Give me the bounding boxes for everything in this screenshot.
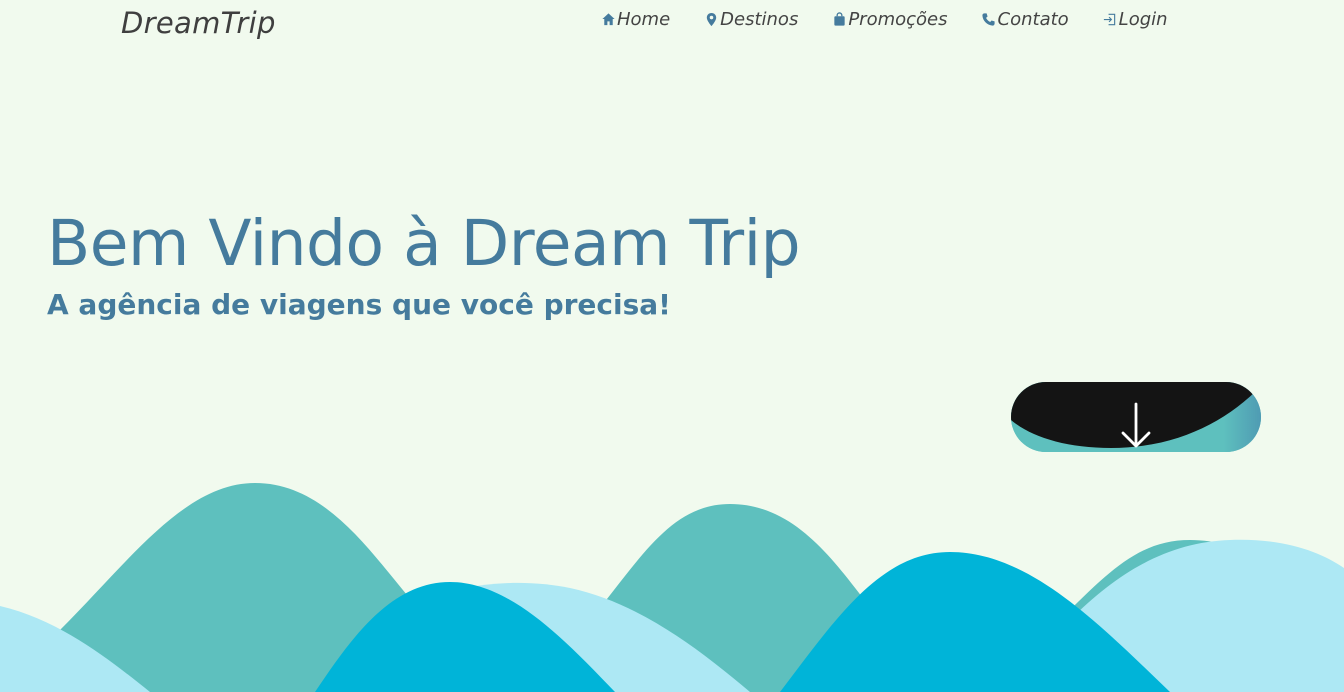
- main-nav: Home Destinos Promoções Contato Login: [600, 6, 1168, 32]
- shopping-bag-icon: [831, 11, 847, 27]
- nav-login[interactable]: Login: [1102, 6, 1168, 32]
- home-icon: [600, 11, 616, 27]
- nav-login-label: Login: [1118, 8, 1168, 30]
- nav-contato[interactable]: Contato: [981, 6, 1069, 32]
- nav-home[interactable]: Home: [600, 6, 670, 32]
- nav-destinos-label: Destinos: [720, 8, 799, 30]
- hero-title: Bem Vindo à Dream Trip: [47, 207, 801, 280]
- phone-icon: [981, 11, 997, 27]
- hero-subtitle: A agência de viagens que você precisa!: [47, 288, 671, 321]
- nav-home-label: Home: [617, 8, 671, 30]
- landing-page: DreamTrip Home Destinos Promoções Contat…: [0, 0, 1344, 692]
- nav-contato-label: Contato: [997, 8, 1069, 30]
- nav-promocoes[interactable]: Promoções: [831, 6, 948, 32]
- map-pin-icon: [703, 11, 719, 27]
- logo[interactable]: DreamTrip: [121, 6, 276, 40]
- arrow-down-icon: [1121, 402, 1151, 448]
- nav-destinos[interactable]: Destinos: [703, 6, 798, 32]
- login-icon: [1102, 11, 1118, 27]
- nav-promocoes-label: Promoções: [848, 8, 948, 30]
- decorative-waves: [0, 483, 1344, 692]
- scroll-down-button[interactable]: [1011, 382, 1261, 452]
